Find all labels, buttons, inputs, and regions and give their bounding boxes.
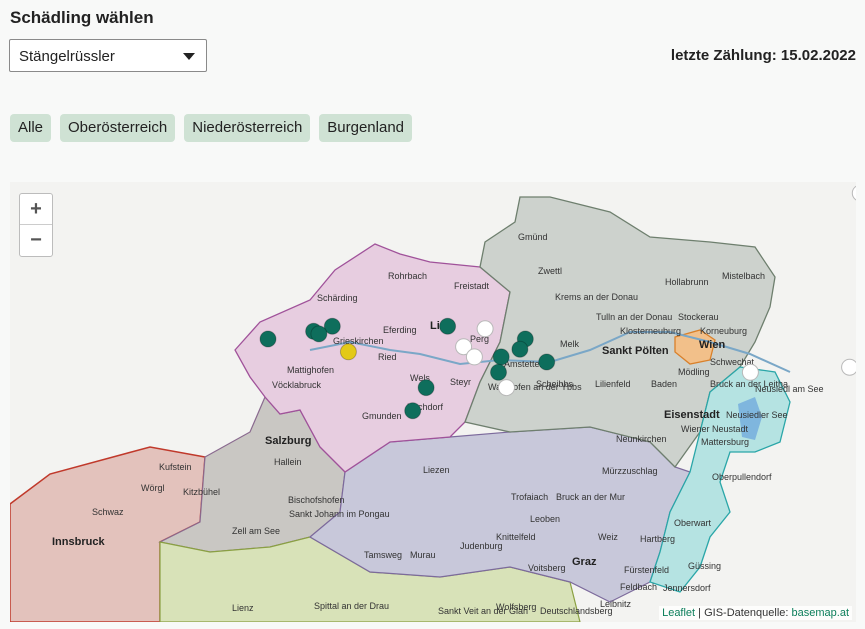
city-label: Bischofshofen xyxy=(288,495,345,505)
city-label: Melk xyxy=(560,339,580,349)
map-marker-white[interactable] xyxy=(476,320,494,338)
city-label: Klosterneuburg xyxy=(620,326,681,336)
pest-select[interactable]: Stängelrüssler xyxy=(9,39,207,72)
city-label: Sankt Johann im Pongau xyxy=(289,509,390,519)
map-marker-green[interactable] xyxy=(404,402,422,420)
city-label: Korneuburg xyxy=(700,326,747,336)
map-marker-green[interactable] xyxy=(310,325,328,343)
city-label: Wien xyxy=(699,339,725,351)
leaflet-link[interactable]: Leaflet xyxy=(662,607,695,619)
city-label: Neusiedl am See xyxy=(755,384,824,394)
city-label: Mürzzuschlag xyxy=(602,466,658,476)
city-label: Güssing xyxy=(688,561,721,571)
zoom-in-button[interactable]: + xyxy=(20,194,52,225)
map-marker-green[interactable] xyxy=(259,330,277,348)
city-label: Liezen xyxy=(423,465,450,475)
city-label: Fürstenfeld xyxy=(624,565,669,575)
city-label: Lilienfeld xyxy=(595,379,631,389)
city-label: Gmünd xyxy=(518,232,548,242)
city-label: Kufstein xyxy=(159,462,192,472)
pest-select-value: Stängelrüssler xyxy=(19,48,115,65)
city-label: Spittal an der Drau xyxy=(314,601,389,611)
last-count-label: letzte Zählung: 15.02.2022 xyxy=(670,47,856,64)
region-button-all[interactable]: Alle xyxy=(10,114,52,142)
region-button-burgenland[interactable]: Burgenland xyxy=(319,114,413,142)
map-marker-white[interactable] xyxy=(498,379,515,397)
map-canvas[interactable]: Gmünd Zwettl Krems an der Donau Hollabru… xyxy=(10,182,856,622)
city-label: Salzburg xyxy=(265,435,311,447)
city-label: Zell am See xyxy=(232,526,280,536)
map-attribution: Leaflet | GIS-Datenquelle: basemap.at xyxy=(659,606,852,620)
city-label: Neunkirchen xyxy=(616,434,667,444)
city-label: Judenburg xyxy=(460,541,503,551)
city-label: Wolfsberg xyxy=(496,602,536,612)
map-marker-white[interactable] xyxy=(465,348,483,366)
map-container[interactable]: Gmünd Zwettl Krems an der Donau Hollabru… xyxy=(10,182,856,622)
city-label: Schärding xyxy=(317,293,358,303)
city-label: Weiz xyxy=(598,532,618,542)
city-label: Sankt Pölten xyxy=(602,345,669,357)
city-label: Trofaiach xyxy=(511,492,548,502)
city-label: Oberpullendorf xyxy=(712,472,772,482)
city-label: Krems an der Donau xyxy=(555,292,638,302)
zoom-control: + − xyxy=(19,193,53,257)
city-label: Eferding xyxy=(383,325,417,335)
city-label: Wiener Neustadt xyxy=(681,424,749,434)
city-label: Hartberg xyxy=(640,534,675,544)
city-label: Zwettl xyxy=(538,266,562,276)
page-title: Schädling wählen xyxy=(10,8,154,27)
city-label: Vöcklabruck xyxy=(272,380,322,390)
city-label: Schwaz xyxy=(92,507,124,517)
map-marker-yellow[interactable] xyxy=(339,343,357,361)
city-label: Feldbach xyxy=(620,582,657,592)
city-label: Mattersburg xyxy=(701,437,749,447)
city-label: Neusiedler See xyxy=(726,410,788,420)
city-label: Gmunden xyxy=(362,411,402,421)
region-button-oberoesterreich[interactable]: Oberösterreich xyxy=(60,114,176,142)
city-label: Kitzbühel xyxy=(183,487,220,497)
city-label: Freistadt xyxy=(454,281,490,291)
city-label: Grieskirchen xyxy=(333,336,384,346)
city-label: Leibnitz xyxy=(600,599,632,609)
city-label: Rohrbach xyxy=(388,271,427,281)
city-label: Jennersdorf xyxy=(663,583,711,593)
city-label: Wörgl xyxy=(141,483,165,493)
city-label: Tulln an der Donau xyxy=(596,312,672,322)
city-label: Innsbruck xyxy=(52,536,105,548)
city-label: Knittelfeld xyxy=(496,532,536,542)
city-label: Tamsweg xyxy=(364,550,402,560)
attribution-text: | GIS-Datenquelle: xyxy=(695,607,792,619)
city-label: Voitsberg xyxy=(528,563,566,573)
city-label: Ried xyxy=(378,352,397,362)
zoom-out-button[interactable]: − xyxy=(20,225,52,255)
map-marker-white[interactable] xyxy=(841,358,856,376)
city-label: Oberwart xyxy=(674,518,712,528)
city-label: Stockerau xyxy=(678,312,719,322)
city-label: Mödling xyxy=(678,367,710,377)
city-label: Leoben xyxy=(530,514,560,524)
city-label: Mistelbach xyxy=(722,271,765,281)
city-label: Lienz xyxy=(232,603,254,613)
region-button-niederoesterreich[interactable]: Niederösterreich xyxy=(184,114,311,142)
map-marker-green[interactable] xyxy=(439,317,457,335)
basemap-link[interactable]: basemap.at xyxy=(792,607,849,619)
city-label: Eisenstadt xyxy=(664,409,720,421)
chevron-down-icon xyxy=(183,53,195,60)
map-marker-green[interactable] xyxy=(492,348,510,366)
map-marker-green[interactable] xyxy=(511,340,529,358)
map-marker-green[interactable] xyxy=(538,353,556,371)
city-label: Graz xyxy=(572,556,597,568)
city-label: Murau xyxy=(410,550,436,560)
city-label: Mattighofen xyxy=(287,365,334,375)
city-label: Hallein xyxy=(274,457,302,467)
city-label: Hollabrunn xyxy=(665,277,709,287)
city-label: Baden xyxy=(651,379,677,389)
map-marker-white[interactable] xyxy=(741,363,759,381)
city-label: Bruck an der Mur xyxy=(556,492,625,502)
map-marker-green[interactable] xyxy=(490,363,507,381)
map-marker-green[interactable] xyxy=(417,379,435,397)
city-label: Steyr xyxy=(450,377,471,387)
region-filter-bar: Alle Oberösterreich Niederösterreich Bur… xyxy=(10,114,413,142)
